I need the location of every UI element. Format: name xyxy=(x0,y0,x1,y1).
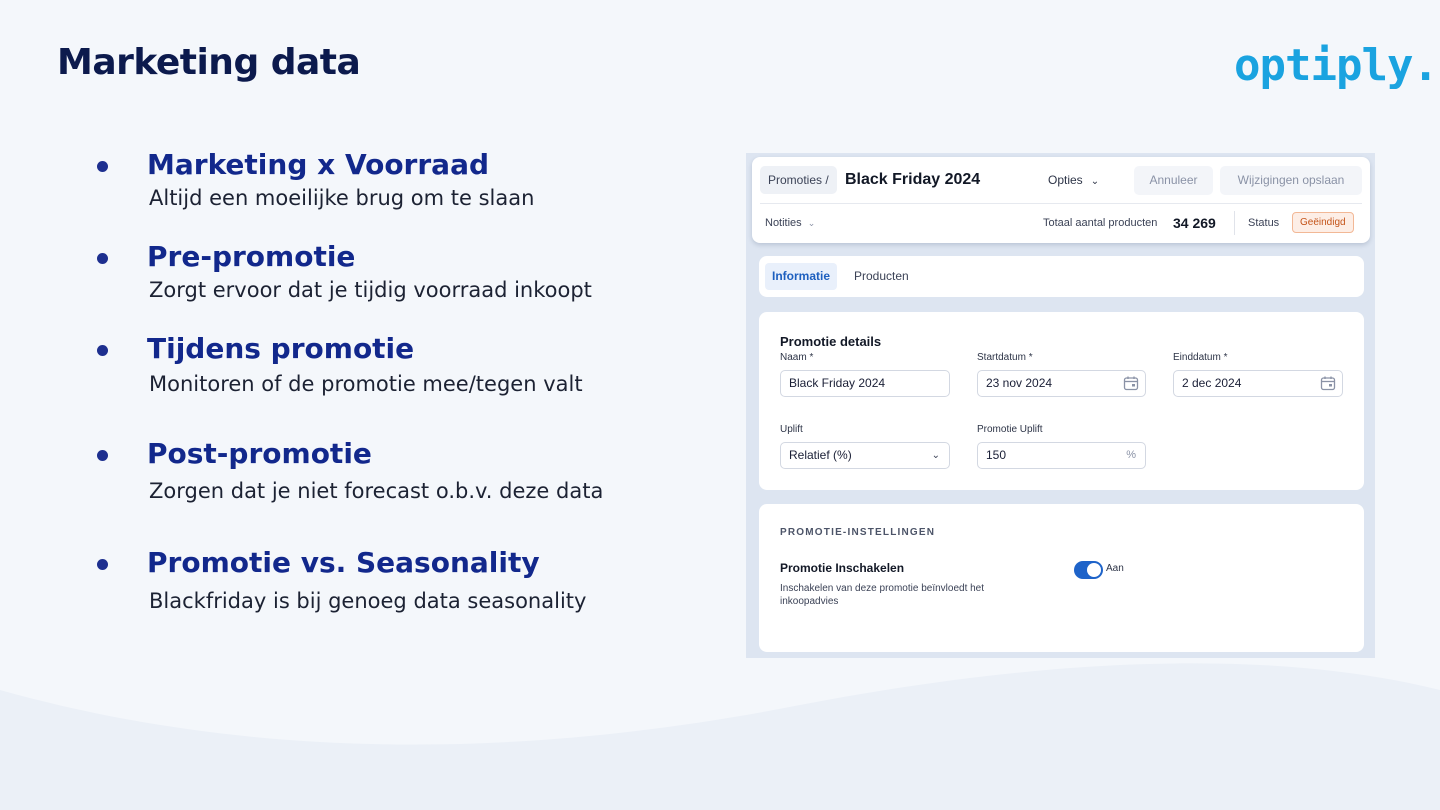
calendar-icon[interactable] xyxy=(1320,375,1336,391)
slide-title: Marketing data xyxy=(57,42,361,83)
toggle-description: Inschakelen van deze promotie beïnvloedt… xyxy=(780,583,985,607)
start-date-field[interactable]: 23 nov 2024 xyxy=(977,370,1146,397)
bullet-title: Post-promotie xyxy=(147,437,372,470)
optiply-logo: optiply. xyxy=(1234,40,1439,91)
status-badge: Geëindigd xyxy=(1292,212,1354,233)
cancel-button[interactable]: Annuleer xyxy=(1134,166,1213,195)
bullet-subtitle: Altijd een moeilijke brug om te slaan xyxy=(149,186,535,210)
bullet-subtitle: Zorgen dat je niet forecast o.b.v. deze … xyxy=(149,479,604,503)
end-date-value: 2 dec 2024 xyxy=(1182,376,1242,390)
name-field[interactable]: Black Friday 2024 xyxy=(780,370,950,397)
chevron-down-icon: ⌄ xyxy=(931,450,940,461)
uplift-value: Relatief (%) xyxy=(789,448,852,462)
status-label: Status xyxy=(1248,217,1280,229)
bullet-title: Tijdens promotie xyxy=(147,332,415,365)
name-value: Black Friday 2024 xyxy=(789,376,886,390)
bullet-title: Marketing x Voorraad xyxy=(147,148,490,181)
bullet-dot-icon xyxy=(97,161,108,172)
tab-producten[interactable]: Producten xyxy=(847,263,916,290)
section-title: Promotie details xyxy=(780,334,882,349)
options-label: Opties xyxy=(1048,173,1083,187)
bullet-dot-icon xyxy=(97,450,108,461)
bullet-dot-icon xyxy=(97,559,108,570)
bullet-title: Promotie vs. Seasonality xyxy=(147,546,540,579)
total-products-value: 34 269 xyxy=(1173,215,1216,231)
end-date-field[interactable]: 2 dec 2024 xyxy=(1173,370,1343,397)
percent-suffix: % xyxy=(1126,449,1136,461)
header-vertical-divider xyxy=(1234,211,1235,235)
page-title: Black Friday 2024 xyxy=(845,171,981,188)
breadcrumb[interactable]: Promoties / xyxy=(760,166,837,194)
bullet-title: Pre-promotie xyxy=(147,240,356,273)
section-title: PROMOTIE-INSTELLINGEN xyxy=(780,527,936,538)
bullet-dot-icon xyxy=(97,253,108,264)
options-dropdown[interactable]: Opties ⌄ xyxy=(1048,173,1099,187)
start-date-value: 23 nov 2024 xyxy=(986,376,1053,390)
promotion-details-card: Promotie details Naam * Black Friday 202… xyxy=(759,312,1364,490)
promo-uplift-field[interactable]: 150 % xyxy=(977,442,1146,469)
bullet-subtitle: Blackfriday is bij genoeg data seasonali… xyxy=(149,589,587,613)
notes-dropdown[interactable]: Notities ⌄ xyxy=(765,217,815,229)
notes-label: Notities xyxy=(765,217,802,229)
end-date-label: Einddatum * xyxy=(1173,352,1228,363)
promotion-app-screenshot: Promoties / Black Friday 2024 Opties ⌄ An… xyxy=(746,153,1375,658)
promotion-enable-toggle[interactable] xyxy=(1074,561,1103,579)
header-divider xyxy=(760,203,1362,204)
toggle-knob xyxy=(1087,563,1101,577)
bullet-subtitle: Monitoren of de promotie mee/tegen valt xyxy=(149,372,583,396)
save-changes-button[interactable]: Wijzigingen opslaan xyxy=(1220,166,1362,195)
tab-bar: Informatie Producten xyxy=(759,256,1364,297)
promotion-settings-card: PROMOTIE-INSTELLINGEN Promotie Inschakel… xyxy=(759,504,1364,652)
promo-uplift-value: 150 xyxy=(986,448,1007,462)
chevron-down-icon: ⌄ xyxy=(1090,176,1100,187)
total-products-label: Totaal aantal producten xyxy=(1043,217,1158,229)
bullet-subtitle: Zorgt ervoor dat je tijdig voorraad inko… xyxy=(149,278,592,302)
toggle-title: Promotie Inschakelen xyxy=(780,561,905,575)
chevron-down-icon: ⌄ xyxy=(807,218,816,228)
promotion-header: Promoties / Black Friday 2024 Opties ⌄ An… xyxy=(752,157,1370,243)
start-date-label: Startdatum * xyxy=(977,352,1033,363)
toggle-state-label: Aan xyxy=(1106,563,1124,574)
bullet-dot-icon xyxy=(97,345,108,356)
calendar-icon[interactable] xyxy=(1123,375,1139,391)
uplift-label: Uplift xyxy=(780,424,803,435)
uplift-select[interactable]: Relatief (%) ⌄ xyxy=(780,442,950,469)
promo-uplift-label: Promotie Uplift xyxy=(977,424,1043,435)
name-label: Naam * xyxy=(780,352,814,363)
tab-informatie[interactable]: Informatie xyxy=(765,263,838,290)
